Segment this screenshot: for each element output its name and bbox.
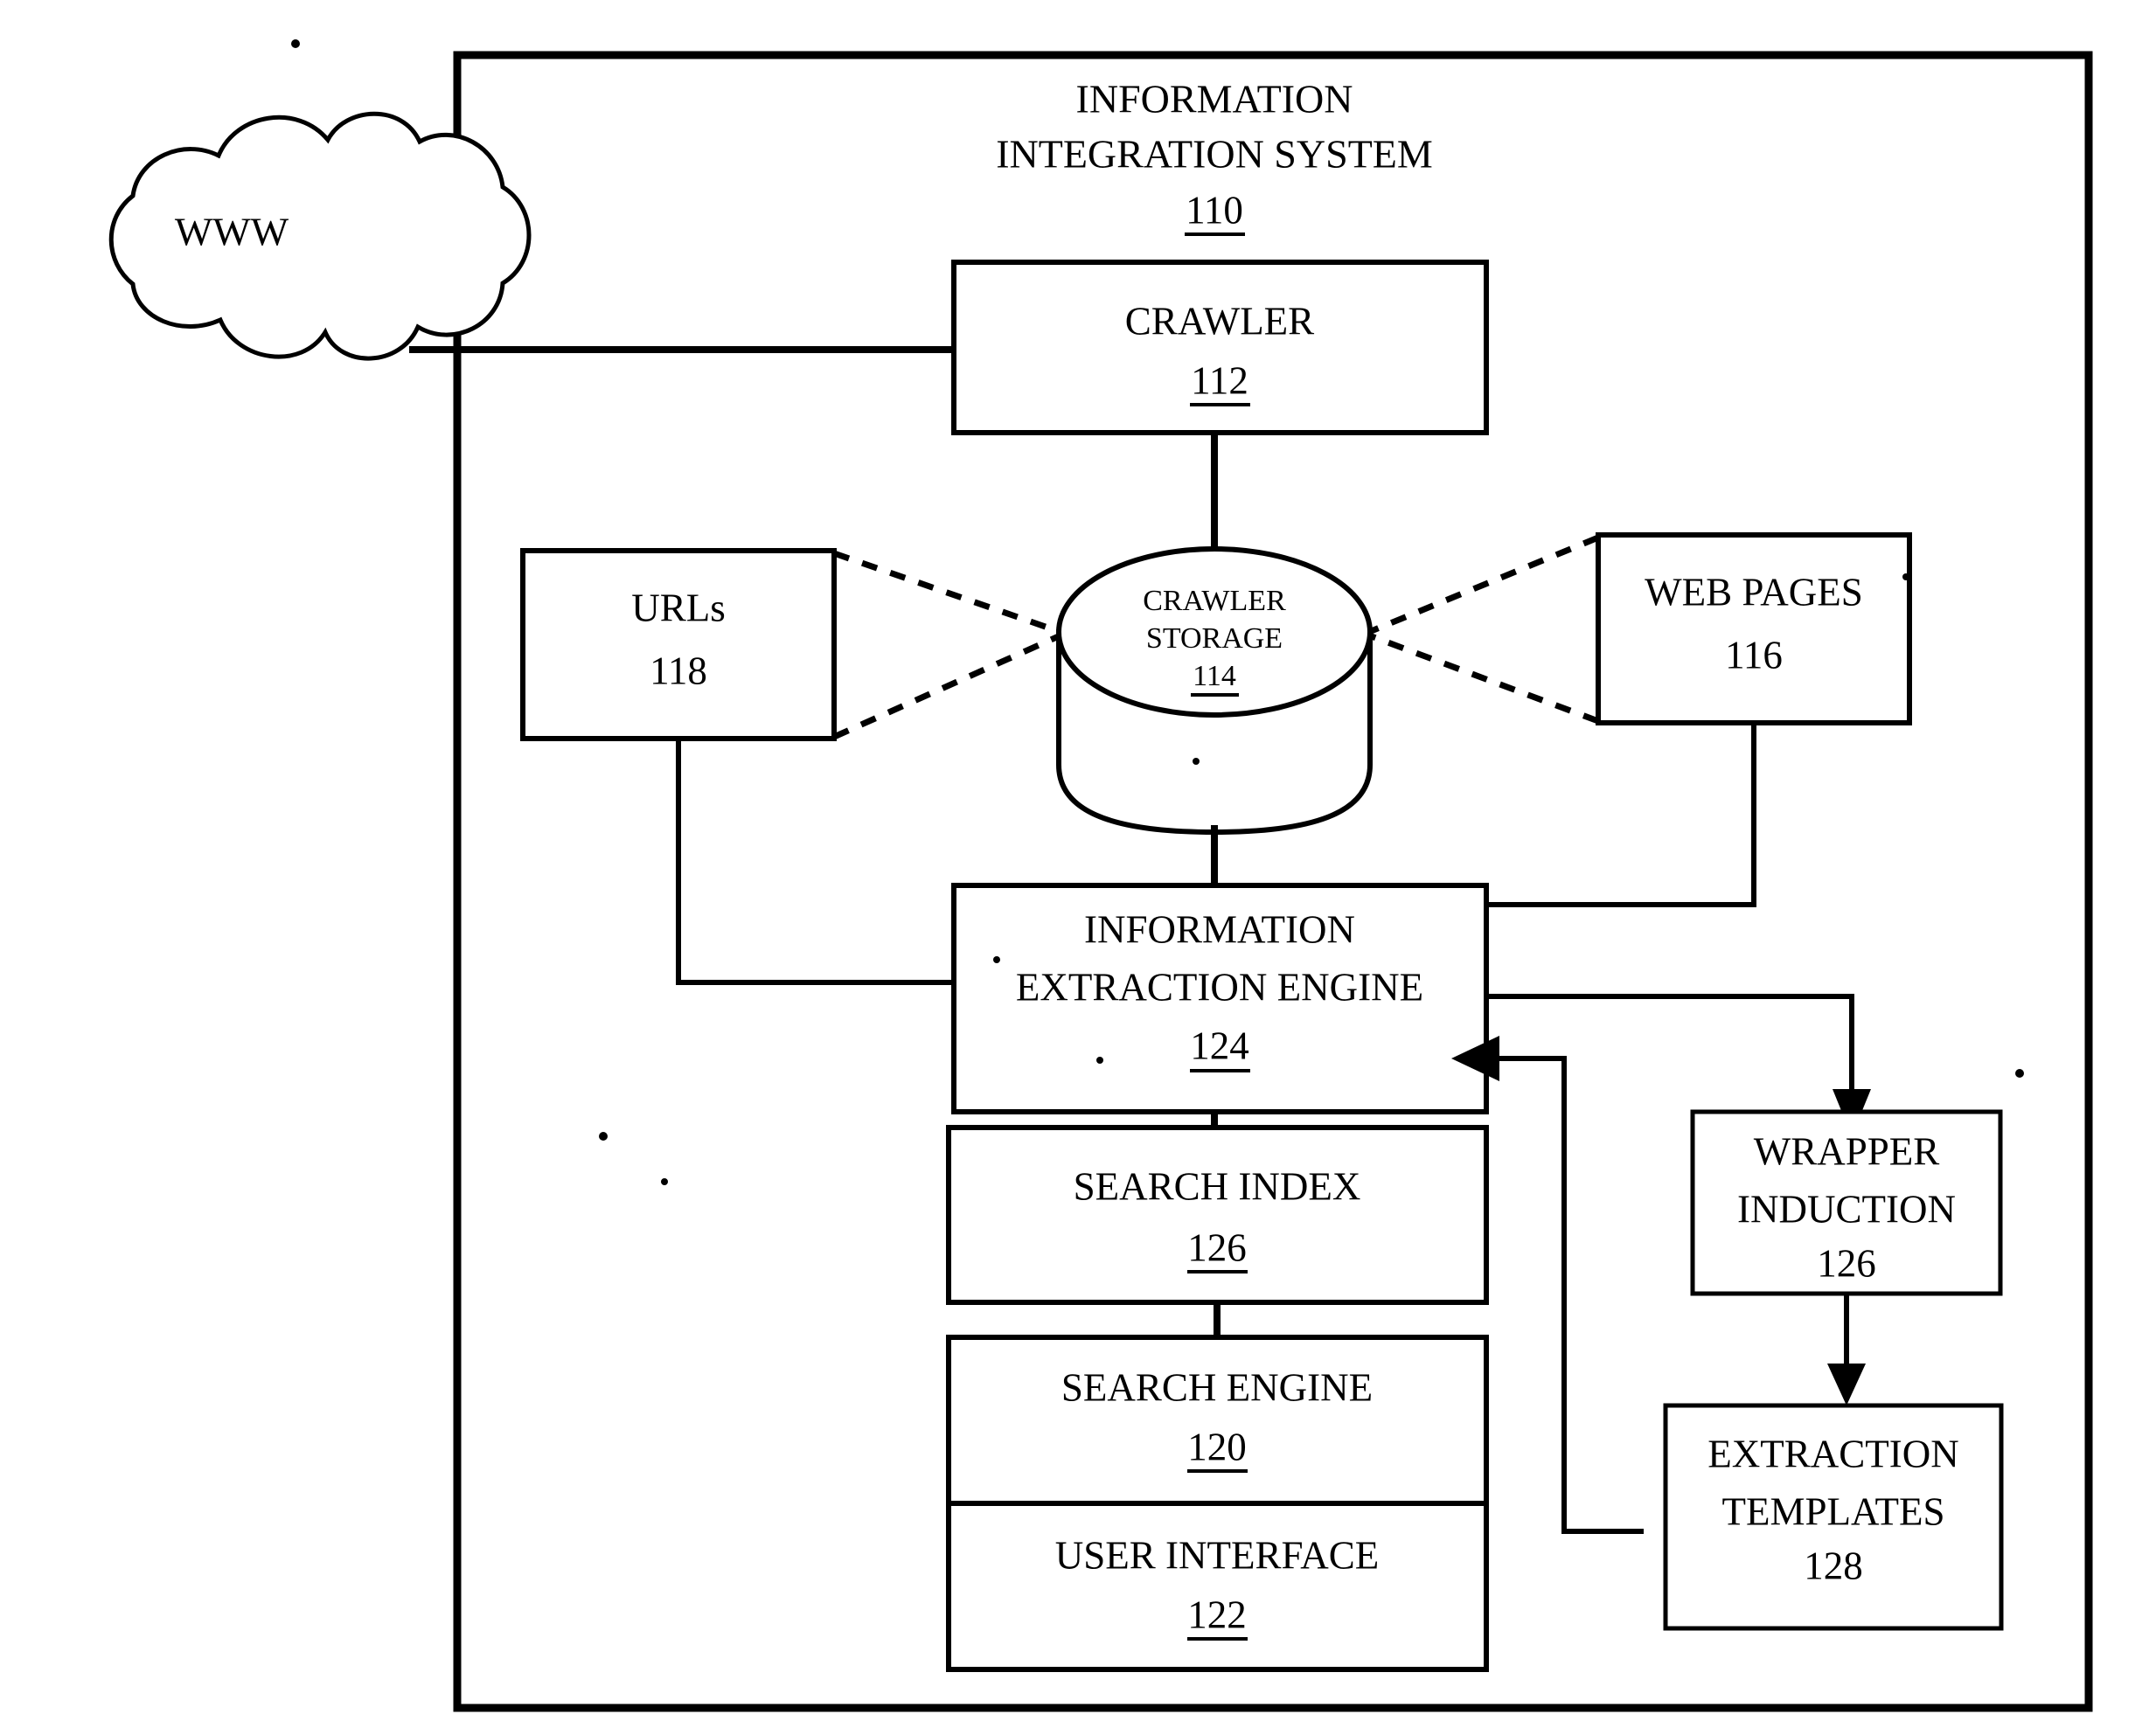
www-label: WWW (175, 210, 289, 254)
web-pages-box (1596, 532, 1912, 725)
scan-speck (1096, 1057, 1103, 1064)
edge-web-pages-to-storage-lower (1367, 632, 1600, 725)
node-extraction-templates: EXTRACTION TEMPLATES 128 (1663, 1403, 2004, 1631)
edge-templates-to-engine (1499, 1056, 1644, 1534)
edge-web-pages-to-engine (1486, 723, 1756, 907)
crawler-box (951, 260, 1489, 435)
edge-urls-to-engine (676, 739, 954, 985)
scan-speck (2015, 1069, 2024, 1078)
arrowhead-into-extraction-templates (1827, 1364, 1866, 1405)
user-interface-ref-number: 122 (1187, 1593, 1247, 1636)
scan-speck (993, 956, 1000, 963)
search-engine-label: SEARCH ENGINE (1061, 1365, 1373, 1409)
search-index-box (946, 1125, 1489, 1305)
system-title-line1: INFORMATION (1076, 77, 1353, 121)
node-wrapper-induction: WRAPPER INDUCTION 126 (1690, 1109, 2003, 1296)
crawler-storage-label-line1: CRAWLER (1143, 585, 1286, 617)
extraction-templates-label-line1: EXTRACTION (1707, 1432, 1958, 1475)
web-pages-ref-number: 116 (1725, 633, 1783, 677)
urls-box (520, 548, 837, 741)
system-ref-number: 110 (1186, 188, 1243, 232)
engine-ref-number: 124 (1190, 1024, 1249, 1067)
crawler-label: CRAWLER (1125, 299, 1314, 343)
wrapper-induction-label-line2: INDUCTION (1737, 1187, 1956, 1231)
edge-urls-to-storage-lower (832, 632, 1062, 740)
patent-figure: INFORMATION INTEGRATION SYSTEM 110 WWW C… (0, 0, 2156, 1728)
node-web-pages: WEB PAGES 116 (1596, 532, 1912, 725)
crawler-storage-label-line2: STORAGE (1146, 622, 1283, 655)
www-cloud-node: WWW (108, 111, 532, 361)
edge-urls-to-storage-upper (832, 550, 1062, 635)
node-urls: URLs 118 (520, 548, 837, 741)
edge-engine-to-wrapper-induction (1486, 994, 1854, 1089)
user-interface-label: USER INTERFACE (1055, 1533, 1379, 1577)
user-interface-box (946, 1501, 1489, 1672)
wrapper-induction-label-line1: WRAPPER (1754, 1129, 1940, 1173)
scan-speck (1902, 573, 1909, 580)
extraction-templates-label-line2: TEMPLATES (1721, 1489, 1944, 1533)
scan-speck (599, 1132, 608, 1141)
node-search-index: SEARCH INDEX 126 (946, 1125, 1489, 1305)
node-information-extraction-engine: INFORMATION EXTRACTION ENGINE 124 (951, 883, 1489, 1114)
web-pages-label: WEB PAGES (1645, 570, 1863, 614)
search-engine-ref-number: 120 (1187, 1425, 1247, 1468)
search-engine-box (946, 1335, 1489, 1506)
scan-speck (661, 1178, 668, 1185)
scan-speck (1193, 758, 1200, 765)
search-index-label: SEARCH INDEX (1074, 1164, 1361, 1208)
engine-label-line1: INFORMATION (1084, 907, 1355, 951)
crawler-ref-number: 112 (1191, 358, 1248, 402)
search-index-ref-number: 126 (1187, 1225, 1247, 1269)
urls-ref-number: 118 (650, 649, 707, 692)
node-crawler: CRAWLER 112 (951, 260, 1489, 435)
urls-label: URLs (631, 586, 726, 629)
engine-label-line2: EXTRACTION ENGINE (1016, 965, 1423, 1009)
system-title-line2: INTEGRATION SYSTEM (996, 132, 1433, 177)
crawler-storage-ref-number: 114 (1193, 660, 1236, 692)
wrapper-induction-ref-number: 126 (1817, 1241, 1876, 1285)
information-integration-system-diagram: INFORMATION INTEGRATION SYSTEM 110 WWW C… (108, 39, 2093, 1712)
edge-web-pages-to-storage-upper (1367, 534, 1600, 635)
node-user-interface: USER INTERFACE 122 (946, 1501, 1489, 1672)
extraction-templates-ref-number: 128 (1804, 1544, 1863, 1587)
scan-speck (291, 39, 300, 48)
node-crawler-storage: CRAWLER STORAGE 114 (1056, 546, 1373, 836)
node-search-engine: SEARCH ENGINE 120 (946, 1335, 1489, 1506)
